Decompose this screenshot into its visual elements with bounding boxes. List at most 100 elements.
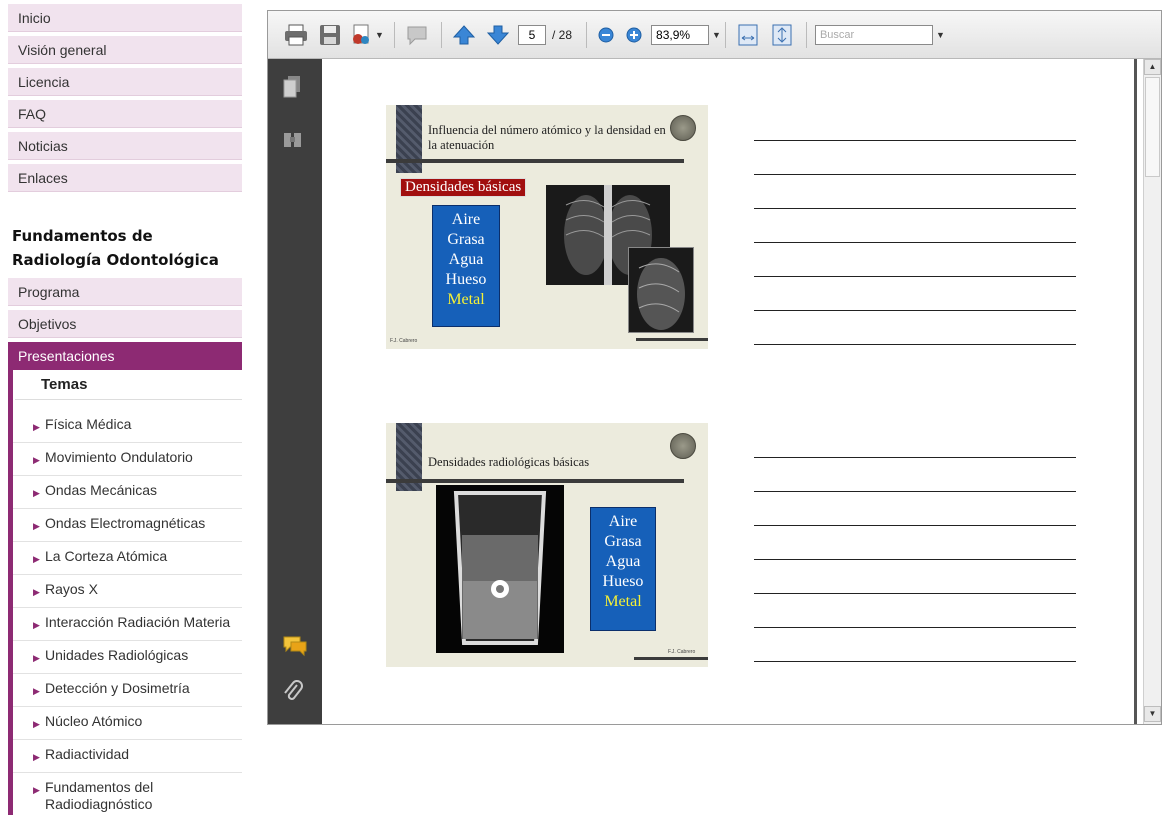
slide-title-rule [386, 479, 684, 483]
density-label: Grasa [604, 533, 642, 550]
attachment-icon[interactable] [282, 679, 304, 703]
toolbar-divider [586, 21, 588, 48]
chevron-down-icon[interactable]: ▼ [712, 30, 721, 40]
pdf-viewer: ▼ 5 / 28 83,9% ▼ Buscar ▼ Influencia del… [267, 10, 1162, 725]
nav-item-inicio[interactable]: Inicio [8, 4, 242, 32]
topic-item[interactable]: ▶ La Corteza Atómica [13, 542, 242, 575]
page-total: / 28 [552, 27, 573, 42]
topic-item[interactable]: ▶ Detección y Dosimetría [13, 674, 242, 707]
comment-icon[interactable] [403, 21, 431, 49]
density-label-metal: Metal [447, 291, 485, 308]
slide-badge: Densidades básicas [400, 178, 527, 197]
density-label: Grasa [447, 231, 485, 248]
topic-label: Detección y Dosimetría [45, 680, 190, 696]
toolbar-divider [441, 21, 442, 48]
topic-item[interactable]: ▶ Núcleo Atómico [13, 707, 242, 740]
zoom-select[interactable]: 83,9% [651, 24, 710, 45]
topic-item[interactable]: ▶ Interacción Radiación Materia [13, 608, 242, 641]
density-box: Aire Grasa Agua Hueso Metal [432, 205, 500, 327]
vertical-scrollbar[interactable]: ▲ ▼ [1143, 59, 1161, 724]
topics-list: ▶ Física Médica ▶ Movimiento Ondulatorio ▶… [13, 410, 242, 815]
university-seal [670, 115, 696, 141]
topic-item[interactable]: ▶ Unidades Radiológicas [13, 641, 242, 674]
comments-icon[interactable] [282, 635, 307, 659]
density-label: Aire [451, 211, 481, 228]
note-line [754, 174, 1076, 175]
fit-width-icon[interactable] [734, 21, 762, 49]
triangle-right-icon: ▶ [33, 422, 40, 432]
note-line [754, 208, 1076, 209]
arrow-up-icon[interactable] [450, 21, 478, 49]
density-label: Hueso [445, 271, 487, 288]
slide-bottom-rule [634, 657, 708, 660]
topic-item[interactable]: ▶ Radiactividad [13, 740, 242, 773]
triangle-right-icon: ▶ [33, 488, 40, 498]
bookmarks-icon[interactable] [282, 129, 304, 153]
lateral-xray-image [628, 247, 694, 333]
course-nav: Programa Objetivos Presentaciones [0, 278, 242, 370]
page-edge [1134, 59, 1137, 724]
toolbar-divider [394, 21, 395, 48]
note-line [754, 525, 1076, 526]
chevron-down-icon[interactable]: ▼ [936, 30, 945, 40]
triangle-right-icon: ▶ [33, 719, 40, 729]
triangle-right-icon: ▶ [33, 620, 40, 630]
scroll-down-icon[interactable]: ▼ [1144, 706, 1161, 722]
density-label-metal: Metal [604, 593, 642, 610]
pages-icon[interactable] [282, 75, 304, 99]
note-line [754, 242, 1076, 243]
print-icon[interactable] [282, 21, 310, 49]
sidebar: Inicio Visión general Licencia FAQ Notic… [0, 0, 242, 815]
section-title: Fundamentos de Radiología Odontológica [12, 227, 219, 269]
note-line [754, 491, 1076, 492]
nav-item-vision-general[interactable]: Visión general [8, 36, 242, 64]
slide-bottom-rule [636, 338, 708, 341]
density-label: Agua [605, 553, 641, 570]
topic-item[interactable]: ▶ Rayos X [13, 575, 242, 608]
scroll-up-icon[interactable]: ▲ [1144, 59, 1161, 75]
topic-item[interactable]: ▶ Física Médica [13, 410, 242, 443]
nav-item-enlaces[interactable]: Enlaces [8, 164, 242, 192]
note-line [754, 140, 1076, 141]
nav-item-presentaciones[interactable]: Presentaciones [8, 342, 242, 370]
pdf-page: Influencia del número atómico y la densi… [322, 59, 1142, 724]
note-line [754, 593, 1076, 594]
topic-label: Rayos X [45, 581, 98, 597]
note-line [754, 457, 1076, 458]
save-icon[interactable] [316, 21, 344, 49]
triangle-right-icon: ▶ [33, 653, 40, 663]
share-icon[interactable]: ▼ [350, 21, 384, 49]
note-line [754, 276, 1076, 277]
nav-item-noticias[interactable]: Noticias [8, 132, 242, 160]
fit-page-icon[interactable] [768, 21, 796, 49]
toolbar-divider [805, 21, 807, 48]
note-line [754, 627, 1076, 628]
topic-item[interactable]: ▶ Ondas Mecánicas [13, 476, 242, 509]
search-input[interactable]: Buscar [814, 24, 933, 45]
nav-item-programa[interactable]: Programa [8, 278, 242, 306]
scrollbar-thumb[interactable] [1145, 77, 1160, 177]
nav-item-faq[interactable]: FAQ [8, 100, 242, 128]
pdf-toolbar: ▼ 5 / 28 83,9% ▼ Buscar ▼ [268, 11, 1161, 59]
slide-title-rule [386, 159, 684, 163]
notes-lines [754, 457, 1076, 695]
nav-item-objetivos[interactable]: Objetivos [8, 310, 242, 338]
triangle-right-icon: ▶ [33, 455, 40, 465]
university-seal [670, 433, 696, 459]
nav-item-licencia[interactable]: Licencia [8, 68, 242, 96]
topic-label: Radiactividad [45, 746, 130, 762]
page-number-input[interactable]: 5 [518, 24, 546, 45]
arrow-down-icon[interactable] [484, 21, 512, 49]
triangle-right-icon: ▶ [33, 587, 40, 597]
density-label: Hueso [602, 573, 644, 590]
topic-item[interactable]: ▶ Movimiento Ondulatorio [13, 443, 242, 476]
glass-xray-image [436, 485, 564, 653]
triangle-right-icon: ▶ [33, 785, 40, 795]
topic-label: Interacción Radiación Materia [45, 614, 231, 630]
topics-panel: Temas ▶ Física Médica ▶ Movimiento Ondulat… [8, 370, 242, 815]
topic-item[interactable]: ▶ Fundamentos del Radiodiagnóstico [13, 773, 242, 815]
triangle-right-icon: ▶ [33, 554, 40, 564]
zoom-in-icon[interactable] [623, 21, 645, 49]
topic-item[interactable]: ▶ Ondas Electromagnéticas [13, 509, 242, 542]
zoom-out-icon[interactable] [595, 21, 617, 49]
